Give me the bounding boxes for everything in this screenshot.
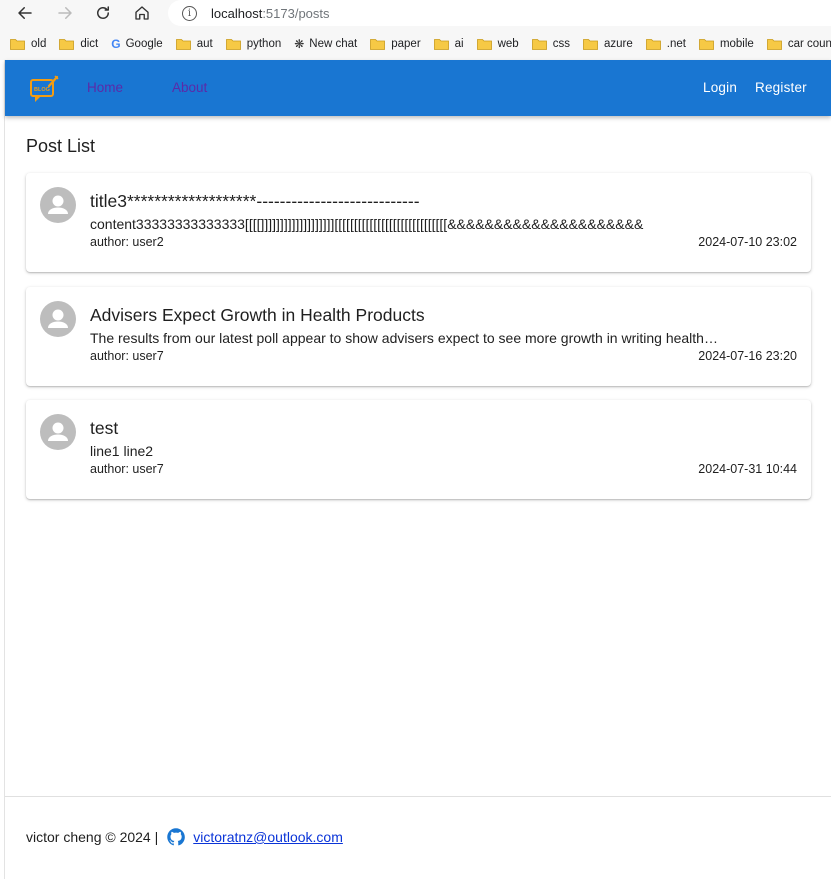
footer: victor cheng © 2024 | victoratnz@outlook… [5, 796, 831, 879]
bookmark-label: css [552, 38, 570, 50]
folder-icon [476, 39, 492, 50]
bookmark-label: .net [666, 38, 686, 50]
arrow-left-icon [18, 7, 32, 19]
back-button[interactable] [12, 0, 38, 26]
bookmark-label: ai [454, 38, 464, 50]
post-title: Advisers Expect Growth in Health Product… [90, 305, 425, 325]
person-icon [48, 195, 68, 214]
bookmark-item[interactable]: azure [583, 38, 633, 50]
bookmark-item[interactable]: car countin [766, 38, 831, 50]
email-link[interactable]: victoratnz@outlook.com [193, 829, 343, 845]
info-icon[interactable]: i [182, 5, 197, 21]
openai-icon: ❋ [294, 37, 305, 51]
post-author: author: user2 [90, 235, 164, 249]
folder-icon [433, 39, 449, 50]
footer-copyright: victor cheng © 2024 | [26, 829, 159, 845]
home-icon [135, 6, 149, 20]
post-content: The results from our latest poll appear … [90, 330, 720, 346]
bookmark-item[interactable]: G Google [111, 37, 162, 51]
post-author: author: user7 [90, 349, 164, 363]
avatar [40, 187, 76, 223]
post-title: title3*******************---------------… [90, 191, 420, 211]
person-icon [48, 422, 68, 441]
address-bar[interactable]: i localhost:5173/posts [168, 0, 831, 26]
nav-home-link[interactable]: Home [87, 80, 123, 95]
post-date: 2024-07-16 23:20 [698, 349, 797, 363]
bookmark-label: Google [125, 38, 163, 50]
folder-icon [175, 39, 191, 50]
bookmark-label: python [246, 38, 282, 50]
arrow-right-icon [58, 7, 72, 19]
bookmark-item[interactable]: dict [59, 38, 98, 50]
bookmark-label: New chat [309, 38, 358, 50]
bookmark-item[interactable]: paper [370, 38, 421, 50]
bookmark-item[interactable]: old [10, 38, 46, 50]
url-path: :5173/posts [262, 5, 330, 21]
bookmark-item[interactable]: aut [175, 38, 213, 50]
avatar [40, 301, 76, 337]
post-card[interactable]: title3*******************---------------… [26, 173, 811, 272]
reload-button[interactable] [90, 0, 116, 26]
login-button[interactable]: Login [703, 80, 737, 95]
forward-button[interactable] [52, 0, 78, 26]
bookmark-item[interactable]: ai [433, 38, 464, 50]
avatar [40, 414, 76, 450]
register-button[interactable]: Register [755, 80, 807, 95]
app-bar: BLOG Home About Login Register [5, 60, 831, 116]
page-title: Post List [26, 136, 96, 156]
github-icon[interactable] [166, 827, 186, 847]
folder-icon [531, 39, 547, 50]
post-date: 2024-07-10 23:02 [698, 235, 797, 249]
bookmark-label: car countin [787, 38, 831, 50]
post-card[interactable]: Advisers Expect Growth in Health Product… [26, 287, 811, 386]
bookmark-label: mobile [719, 38, 754, 50]
browser-toolbar: i localhost:5173/posts old dict G Google aut… [0, 0, 831, 60]
post-content: line1 line2 [90, 443, 154, 459]
bookmark-item[interactable]: mobile [699, 38, 754, 50]
url-host: localhost [211, 5, 263, 21]
post-title: test [90, 418, 119, 438]
bookmark-label: dict [80, 38, 99, 50]
folder-icon [699, 39, 714, 50]
folder-icon [645, 39, 661, 50]
bookmark-item[interactable]: css [531, 38, 570, 50]
bookmark-label: paper [391, 38, 421, 50]
home-browser-button[interactable] [129, 0, 155, 26]
app-window: BLOG Home About Login Register Post List… [4, 60, 831, 879]
post-date: 2024-07-31 10:44 [698, 462, 797, 476]
bookmark-item[interactable]: .net [645, 38, 686, 50]
bookmark-label: azure [603, 38, 633, 50]
bookmark-item[interactable]: ❋ New chat [294, 37, 357, 51]
person-icon [48, 309, 68, 328]
bookmark-label: web [497, 38, 519, 50]
post-card[interactable]: test line1 line2 author: user7 2024-07-31 1… [26, 400, 811, 499]
blog-logo-icon[interactable]: BLOG [29, 74, 59, 104]
bookmark-label: old [31, 38, 47, 50]
nav-about-link[interactable]: About [172, 80, 207, 95]
folder-icon [10, 39, 25, 50]
folder-icon [766, 39, 782, 50]
post-author: author: user7 [90, 462, 164, 476]
folder-icon [370, 39, 386, 50]
post-content: content33333333333333[[[[]]]]]]]]]]]]]]]… [90, 216, 644, 232]
bookmark-label: aut [196, 38, 213, 50]
folder-icon [225, 39, 241, 50]
google-icon: G [111, 37, 121, 51]
bookmark-item[interactable]: python [225, 38, 282, 50]
bookmarks-bar: old dict G Google aut python ❋ New chat paper ai w… [0, 33, 831, 55]
folder-icon [59, 39, 75, 50]
bookmark-item[interactable]: web [476, 38, 519, 50]
logo-text: BLOG [34, 87, 50, 93]
reload-icon [97, 6, 109, 19]
folder-icon [583, 39, 598, 50]
